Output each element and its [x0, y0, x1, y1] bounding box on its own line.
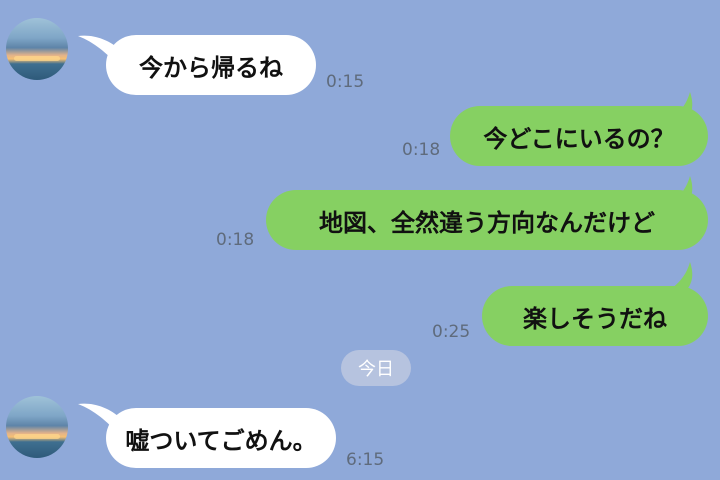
message-bubble-outgoing[interactable]: 楽しそうだね [482, 286, 708, 346]
message-timestamp: 0:18 [402, 140, 441, 160]
message-bubble-incoming[interactable]: 今から帰るね [106, 35, 316, 95]
message-timestamp: 0:15 [326, 72, 365, 92]
message-timestamp: 6:15 [346, 450, 385, 470]
message-timestamp: 0:18 [216, 230, 255, 250]
message-bubble-outgoing[interactable]: 今どこにいるの？ [450, 106, 708, 166]
message-bubble-outgoing[interactable]: 地図、全然違う方向なんだけど [266, 190, 708, 250]
sender-avatar[interactable] [6, 18, 68, 80]
message-timestamp: 0:25 [432, 322, 471, 342]
date-separator: 今日 [341, 350, 411, 386]
message-bubble-incoming[interactable]: 嘘ついてごめん。 [106, 408, 336, 468]
sender-avatar[interactable] [6, 396, 68, 458]
